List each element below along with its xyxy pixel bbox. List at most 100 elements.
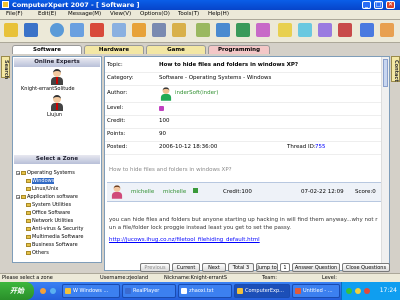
menu-message[interactable]: Message(M) [68,11,101,17]
help-icon[interactable] [360,23,374,37]
menu-bar: File(F) Edit(E) Message(M) View(V) Optio… [0,10,400,20]
folder-icon [21,170,26,175]
tree-item-application-software[interactable]: − Application software [16,194,78,200]
folder-icon [26,218,31,223]
tree-item-others[interactable]: Others [26,250,49,256]
tree-item-business-software[interactable]: Business Software [26,242,78,248]
current-button[interactable]: Current [172,263,200,272]
tab-hardware[interactable]: Hardware [84,45,144,54]
tree-item-operating-systems[interactable]: − Operating Systems [16,170,75,176]
tree-item-system-utilities[interactable]: System Utilities [26,202,71,208]
previous-button[interactable]: Previous [140,263,170,272]
task-windows[interactable]: W Windows ... [62,284,120,298]
person-icon[interactable] [152,23,166,37]
mail-icon[interactable] [298,23,312,37]
close-questions-button[interactable]: Close Questions [342,263,390,272]
note-icon[interactable] [172,23,186,37]
task-computerexpert[interactable]: ComputerExp... [234,284,290,298]
menu-help[interactable]: Help(H) [208,11,229,17]
clock[interactable]: 17:24 [380,287,397,294]
taskbar: 开始 W Windows ... RealPlayer zhaoxi.txt C… [0,282,400,300]
tree-item-office-software[interactable]: Office Software [26,210,70,216]
tab-programming[interactable]: Programming [208,45,270,54]
author-avatar[interactable] [160,87,172,101]
star-icon[interactable] [278,23,292,37]
expert-name-2[interactable]: Liujun [47,112,62,118]
expert-avatar-2[interactable] [50,95,64,111]
status-level: Level: [322,275,337,281]
info-icon[interactable] [380,23,394,37]
close-button[interactable]: ✕ [386,1,395,9]
search-side-tab[interactable]: Search [1,56,10,79]
antivirus-icon[interactable] [364,288,370,294]
message-icon[interactable] [112,23,126,37]
tree-item-linux[interactable]: Linux/Unix [26,186,58,192]
expert-avatar-1[interactable] [50,69,64,85]
posted-value: 2006-10-12 18:36:00 [159,144,218,150]
quicklaunch-icon[interactable] [40,288,46,294]
quicklaunch-icon[interactable] [50,288,56,294]
credit-value: 100 [159,118,170,124]
task-realplayer[interactable]: RealPlayer [122,284,176,298]
scrollbar-thumb[interactable] [383,59,388,87]
category-row: Category: Software - Operating Systems -… [105,72,389,86]
network-icon[interactable] [346,288,352,294]
zone-header: Select a Zone [14,155,100,164]
book-icon[interactable] [236,23,250,37]
topic-value: How to hide files and folders in windows… [159,62,299,68]
refresh-icon[interactable] [216,23,230,37]
answer-question-button[interactable]: Answer Question [292,263,340,272]
answer-link[interactable]: http://jucows.ihug.co.nz/filetool_filehi… [109,237,381,243]
open-icon[interactable] [4,23,18,37]
question-panel: Topic: How to hide files and folders in … [104,56,390,271]
menu-options[interactable]: Options(O) [140,11,170,17]
app-icon [2,1,9,8]
tree-item-antivirus-security[interactable]: Anti-virus & Security [26,226,83,232]
tree-item-windows[interactable]: Windows [26,178,55,184]
jump-to-button[interactable]: Jump to [256,263,278,272]
stop-icon[interactable] [90,23,104,37]
answer-user-1[interactable]: michelle [131,189,154,195]
menu-file[interactable]: File(F) [6,11,23,17]
tab-game[interactable]: Game [146,45,206,54]
start-button[interactable]: 开始 [0,282,34,300]
author-value[interactable]: inderSoft(inder) [175,90,218,96]
menu-view[interactable]: View(V) [110,11,131,17]
users-icon[interactable] [318,23,332,37]
folder-icon [26,186,31,191]
chart-icon[interactable] [196,23,210,37]
save-icon[interactable] [24,23,38,37]
tree-item-multimedia-software[interactable]: Multimedia Software [26,234,83,240]
contact-side-tab[interactable]: Contact [391,56,400,82]
settings-icon[interactable] [256,23,270,37]
content-scrollbar[interactable] [381,57,389,270]
folder-icon[interactable] [132,23,146,37]
window-icon [65,288,71,294]
level-row: Level: [105,102,389,116]
menu-tools[interactable]: Tools(T) [178,11,199,17]
answerer-avatar[interactable] [111,185,123,199]
expert-name-1[interactable]: Knight-errantSolitude [21,86,75,92]
points-row: Points: 90 [105,128,389,142]
tab-software[interactable]: Software [12,45,82,54]
globe-icon[interactable] [50,23,64,37]
answer-user-2[interactable]: michelle [163,189,186,195]
collapse-icon[interactable]: − [16,170,20,175]
task-zhaoxi[interactable]: zhaoxi.txt [178,284,232,298]
search-icon[interactable] [70,23,84,37]
jump-page-input[interactable]: 1 [280,263,290,272]
thread-id-value[interactable]: 755 [315,144,326,150]
window-title: ComputerXpert 2007 - [ Software ] [12,1,140,9]
task-untitled[interactable]: Untitled - ... [292,284,340,298]
minimize-button[interactable]: _ [362,1,371,9]
title-bar: ComputerXpert 2007 - [ Software ] _ □ ✕ [0,0,400,10]
volume-icon[interactable] [355,288,361,294]
exit-icon[interactable] [338,23,352,37]
maximize-button[interactable]: □ [374,1,383,9]
tree-item-network-utilities[interactable]: Network Utilities [26,218,73,224]
answer-date: 07-02-22 12:09 [301,189,344,195]
menu-edit[interactable]: Edit(E) [38,11,56,17]
folder-icon [26,178,31,183]
collapse-icon[interactable]: − [16,194,20,199]
next-button[interactable]: Next [202,263,226,272]
